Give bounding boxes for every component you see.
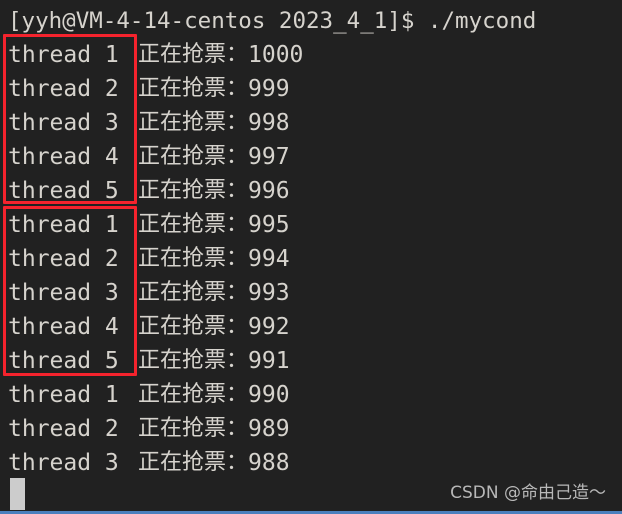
ticket-value: 996 — [248, 178, 290, 204]
output-row: thread 2 正在抢票： 989 — [8, 412, 622, 446]
thread-label: thread 2 — [8, 246, 119, 272]
shell-prompt-line: [yyh@VM-4-14-centos 2023_4_1]$ ./mycond — [8, 8, 537, 34]
ticket-value: 991 — [248, 348, 290, 374]
thread-label: thread 1 — [8, 382, 119, 408]
message-label: 正在抢票： — [138, 416, 249, 441]
output-row: thread 4 正在抢票： 992 — [8, 310, 622, 344]
output-row: thread 5 正在抢票： 996 — [8, 174, 622, 208]
message-label: 正在抢票： — [138, 178, 249, 203]
thread-label: thread 3 — [8, 110, 119, 136]
thread-label: thread 1 — [8, 212, 119, 238]
thread-label: thread 4 — [8, 144, 119, 170]
ticket-value: 1000 — [248, 42, 304, 68]
output-row: thread 3 正在抢票： 988 — [8, 446, 622, 480]
message-label: 正在抢票： — [138, 110, 249, 135]
output-row: thread 4 正在抢票： 997 — [8, 140, 622, 174]
ticket-value: 993 — [248, 280, 290, 306]
ticket-value: 997 — [248, 144, 290, 170]
terminal-window: [yyh@VM-4-14-centos 2023_4_1]$ ./mycond … — [0, 0, 622, 514]
csdn-watermark: CSDN @命由己造～ — [450, 483, 606, 503]
message-label: 正在抢票： — [138, 450, 249, 475]
thread-label: thread 5 — [8, 178, 119, 204]
thread-label: thread 3 — [8, 280, 119, 306]
ticket-value: 998 — [248, 110, 290, 136]
ticket-value: 995 — [248, 212, 290, 238]
ticket-value: 990 — [248, 382, 290, 408]
output-row: thread 5 正在抢票： 991 — [8, 344, 622, 378]
output-row: thread 3 正在抢票： 998 — [8, 106, 622, 140]
message-label: 正在抢票： — [138, 76, 249, 101]
thread-label: thread 1 — [8, 42, 119, 68]
output-row: thread 1 正在抢票： 1000 — [8, 38, 622, 72]
message-label: 正在抢票： — [138, 314, 249, 339]
thread-label: thread 5 — [8, 348, 119, 374]
thread-label: thread 3 — [8, 450, 119, 476]
output-row: thread 1 正在抢票： 990 — [8, 378, 622, 412]
message-label: 正在抢票： — [138, 212, 249, 237]
terminal-output[interactable]: [yyh@VM-4-14-centos 2023_4_1]$ ./mycond … — [0, 0, 622, 480]
message-label: 正在抢票： — [138, 280, 249, 305]
ticket-value: 999 — [248, 76, 290, 102]
ticket-value: 988 — [248, 450, 290, 476]
message-label: 正在抢票： — [138, 144, 249, 169]
terminal-cursor — [10, 478, 25, 510]
message-label: 正在抢票： — [138, 42, 249, 67]
ticket-value: 992 — [248, 314, 290, 340]
output-row: thread 3 正在抢票： 993 — [8, 276, 622, 310]
ticket-value: 994 — [248, 246, 290, 272]
thread-label: thread 2 — [8, 76, 119, 102]
output-row: thread 2 正在抢票： 994 — [8, 242, 622, 276]
output-row: thread 1 正在抢票： 995 — [8, 208, 622, 242]
thread-label: thread 2 — [8, 416, 119, 442]
thread-label: thread 4 — [8, 314, 119, 340]
ticket-value: 989 — [248, 416, 290, 442]
message-label: 正在抢票： — [138, 382, 249, 407]
message-label: 正在抢票： — [138, 246, 249, 271]
output-row: thread 2 正在抢票： 999 — [8, 72, 622, 106]
message-label: 正在抢票： — [138, 348, 249, 373]
